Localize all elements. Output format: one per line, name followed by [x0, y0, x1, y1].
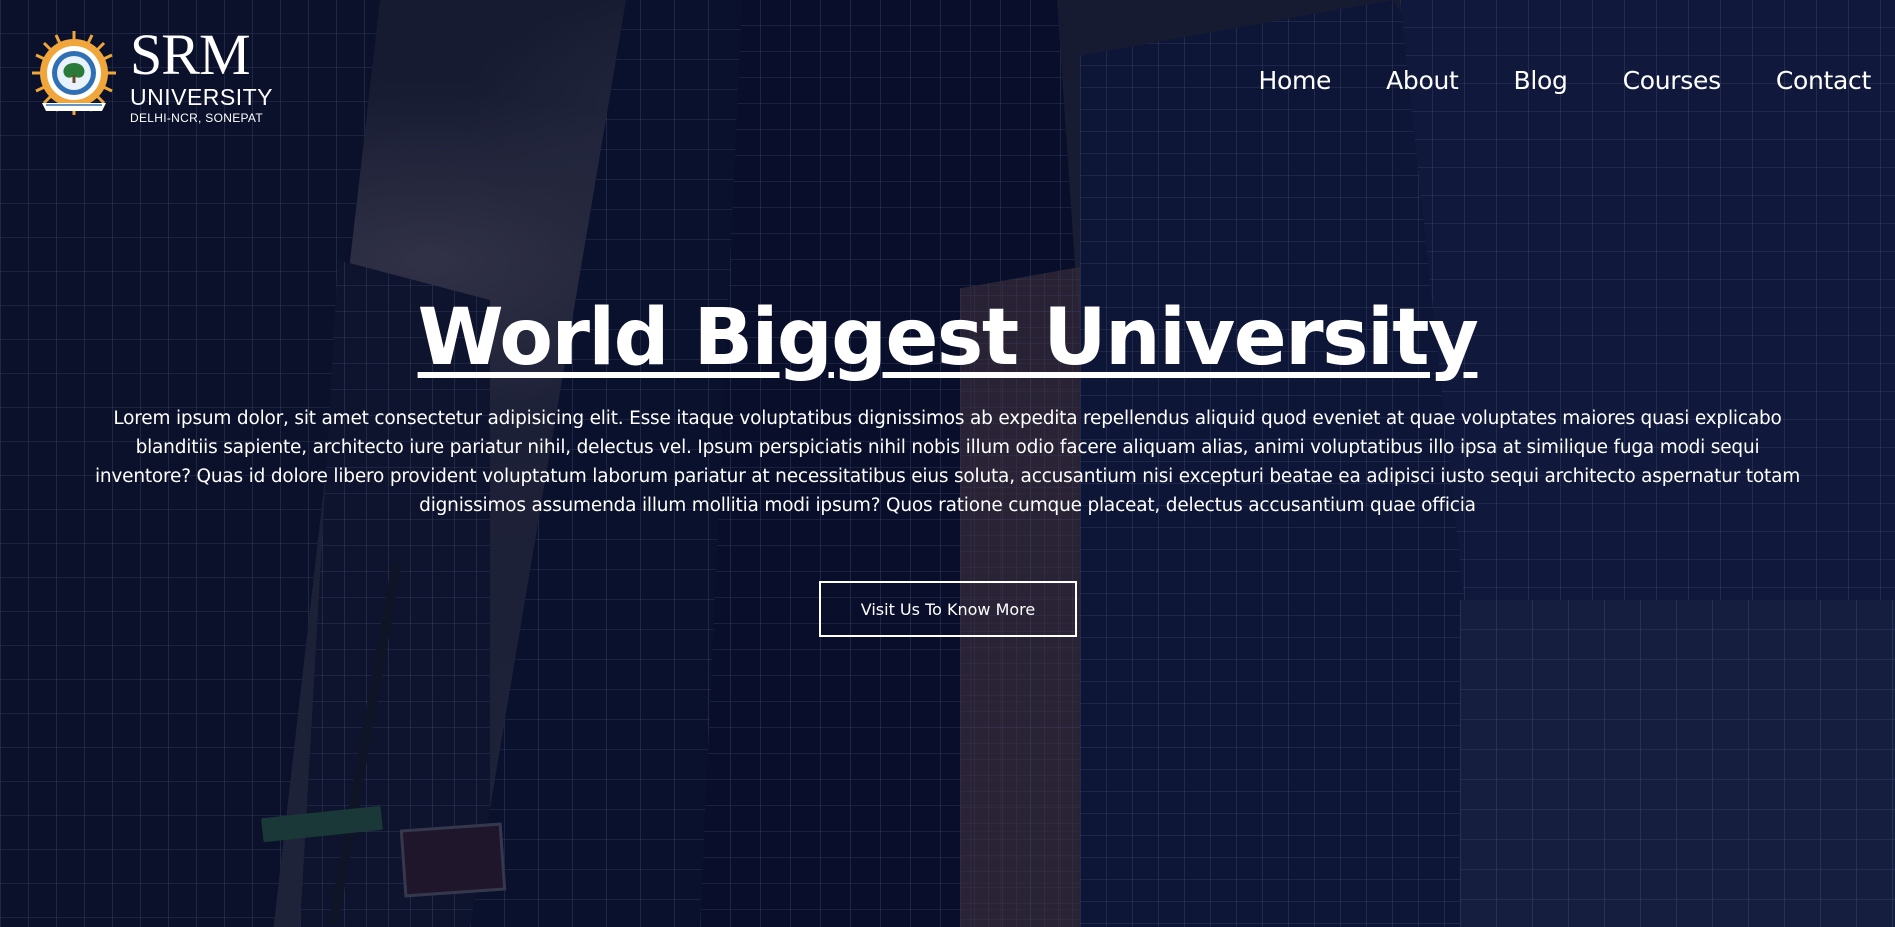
main-nav: Home About Blog Courses Contact — [1203, 66, 1871, 95]
university-logo[interactable]: SRM UNIVERSITY DELHI-NCR, SONEPAT — [28, 26, 273, 124]
nav-blog[interactable]: Blog — [1514, 66, 1568, 95]
university-seal-icon — [32, 31, 116, 115]
nav-contact[interactable]: Contact — [1776, 66, 1871, 95]
nav-courses[interactable]: Courses — [1623, 66, 1722, 95]
hero-section: World Biggest University Lorem ipsum dol… — [0, 293, 1895, 520]
visit-us-button[interactable]: Visit Us To Know More — [819, 581, 1077, 637]
hero-title: World Biggest University — [417, 293, 1479, 383]
logo-name: SRM — [130, 22, 251, 87]
logo-location: DELHI-NCR, SONEPAT — [130, 111, 263, 125]
logo-subtitle: UNIVERSITY — [130, 84, 274, 110]
hero-description: Lorem ipsum dolor, sit amet consectetur … — [94, 407, 1801, 516]
nav-home[interactable]: Home — [1258, 66, 1331, 95]
nav-about[interactable]: About — [1386, 66, 1459, 95]
